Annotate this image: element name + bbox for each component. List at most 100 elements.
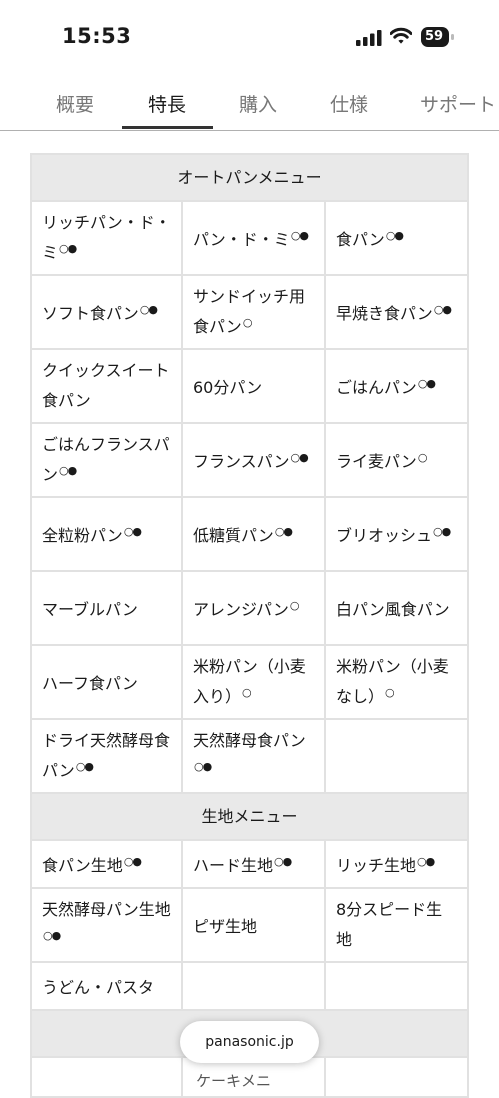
menu-item-marks: ○● xyxy=(274,525,293,538)
tab-features[interactable]: 特長 xyxy=(148,90,186,117)
menu-item-name: クイックスイート食パン xyxy=(42,361,170,410)
menu-cell: 8分スピード生地 xyxy=(323,887,470,963)
menu-item-name: ハーフ食パン xyxy=(42,674,138,693)
menu-item-name: 食パン xyxy=(336,230,385,249)
menu-item-marks: ○● xyxy=(290,451,308,464)
menu-cell: クイックスイート食パン xyxy=(30,348,183,424)
menu-item-marks: ○ xyxy=(242,316,253,329)
status-time: 15:53 xyxy=(62,24,132,48)
menu-item-name: うどん・パスタ xyxy=(42,978,155,997)
menu-cell: アレンジパン○ xyxy=(181,570,326,646)
menu-cell-empty xyxy=(323,1056,470,1098)
menu-cell: 早焼き食パン○● xyxy=(323,274,470,350)
menu-item-marks: ○● xyxy=(433,303,452,316)
menu-item-name: ごはんパン xyxy=(336,378,417,397)
menu-item-name: リッチ生地 xyxy=(336,856,417,875)
menu-item-marks: ○● xyxy=(43,929,61,942)
dough-menu-header: 生地メニュー xyxy=(29,792,470,841)
menu-item-name: 60分パン xyxy=(193,378,263,397)
menu-item-name: 全粒粉パン xyxy=(42,526,123,545)
menu-item-marks: ○● xyxy=(274,855,292,868)
menu-cell: 食パン○● xyxy=(323,200,470,276)
menu-item-marks: ○● xyxy=(75,760,94,773)
menu-item-marks: ○● xyxy=(59,242,77,255)
menu-item-name: ソフト食パン xyxy=(42,304,139,323)
tab-specs[interactable]: 仕様 xyxy=(330,90,368,117)
menu-item-marks: ○ xyxy=(385,686,395,699)
menu-cell: リッチ生地○● xyxy=(323,839,470,889)
menu-cell: 天然酵母パン生地 ○● xyxy=(30,887,183,963)
menu-cell: ライ麦パン○ xyxy=(323,422,470,498)
menu-item-name: 食パン生地 xyxy=(42,856,123,875)
menu-cell-empty xyxy=(181,961,326,1011)
menu-cell: 米粉パン（小麦なし）○ xyxy=(323,644,470,720)
menu-item-name: アレンジパン xyxy=(193,600,289,619)
menu-item-marks: ○● xyxy=(123,525,142,538)
menu-cell-empty xyxy=(323,718,470,794)
menu-cell: ドライ天然酵母食パン○● xyxy=(30,718,183,794)
battery-indicator: 59 xyxy=(421,27,455,47)
menu-item-name: マーブルパン xyxy=(42,600,138,619)
next-section-peek: ケーキメニ xyxy=(196,1072,272,1090)
menu-cell: マーブルパン xyxy=(30,570,183,646)
battery-tip xyxy=(451,34,454,40)
wifi-icon xyxy=(390,27,412,44)
menu-cell: うどん・パスタ xyxy=(30,961,183,1011)
menu-item-name: 低糖質パン xyxy=(193,526,274,545)
menu-item-marks: ○● xyxy=(139,303,158,316)
menu-cell: ハーフ食パン xyxy=(30,644,183,720)
menu-cell: フランスパン○● xyxy=(181,422,326,498)
menu-cell: リッチパン・ド・ミ○● xyxy=(30,200,183,276)
menu-item-name: ドライ天然酵母食パン xyxy=(42,731,171,780)
menu-item-marks: ○ xyxy=(242,686,252,699)
menu-item-name: フランスパン xyxy=(193,452,290,471)
auto-menu-header: オートパンメニュー xyxy=(29,153,470,202)
menu-item-name: 早焼き食パン xyxy=(336,304,433,323)
menu-cell: ごはんフランスパン○● xyxy=(30,422,183,498)
menu-item-name: ピザ生地 xyxy=(193,917,258,936)
menu-cell: ハード生地○● xyxy=(181,839,326,889)
tab-bar: 概要 特長 購入 仕様 サポート xyxy=(0,75,499,131)
menu-table: オートパンメニュー リッチパン・ド・ミ○● パン・ド・ミ○● 食パン○● ソフト… xyxy=(29,153,470,1098)
tab-overview[interactable]: 概要 xyxy=(56,90,94,117)
menu-cell: ピザ生地 xyxy=(181,887,326,963)
menu-cell: 白パン風食パン xyxy=(323,570,470,646)
menu-item-name: 天然酵母食パン xyxy=(193,731,306,750)
menu-item-marks: ○● xyxy=(417,377,436,390)
menu-cell: 食パン生地○● xyxy=(30,839,183,889)
cellular-signal-icon xyxy=(356,30,382,46)
battery-level: 59 xyxy=(424,29,444,44)
tab-purchase[interactable]: 購入 xyxy=(239,90,277,117)
menu-cell-empty xyxy=(30,1056,183,1098)
menu-item-marks: ○● xyxy=(385,229,404,242)
menu-item-name: 白パン風食パン xyxy=(336,600,450,619)
menu-item-marks: ○● xyxy=(290,229,309,242)
menu-item-marks: ○ xyxy=(289,599,300,612)
menu-item-marks: ○● xyxy=(59,464,77,477)
menu-item-name: ブリオッシュ xyxy=(336,526,433,545)
menu-cell: ブリオッシュ○● xyxy=(323,496,470,572)
menu-item-name: パン・ド・ミ xyxy=(193,230,290,249)
menu-item-marks: ○● xyxy=(433,525,451,538)
menu-item-marks: ○● xyxy=(194,760,212,773)
menu-item-name: 8分スピード生地 xyxy=(336,900,443,949)
url-bar[interactable]: panasonic.jp xyxy=(180,1021,319,1063)
menu-cell: 全粒粉パン○● xyxy=(30,496,183,572)
menu-cell: 天然酵母食パン ○● xyxy=(181,718,326,794)
menu-cell: 60分パン xyxy=(181,348,326,424)
menu-cell: パン・ド・ミ○● xyxy=(181,200,326,276)
menu-item-marks: ○● xyxy=(417,855,435,868)
menu-cell: ソフト食パン○● xyxy=(30,274,183,350)
menu-cell: 米粉パン（小麦入り）○ xyxy=(181,644,326,720)
menu-cell: ごはんパン○● xyxy=(323,348,470,424)
tab-support[interactable]: サポート xyxy=(420,90,496,117)
menu-item-marks: ○● xyxy=(123,855,142,868)
menu-item-name: ハード生地 xyxy=(193,856,274,875)
menu-item-marks: ○ xyxy=(417,451,428,464)
menu-cell: サンドイッチ用食パン○ xyxy=(181,274,326,350)
menu-cell: 低糖質パン○● xyxy=(181,496,326,572)
status-bar: 15:53 59 xyxy=(0,0,499,75)
menu-item-name: 天然酵母パン生地 xyxy=(42,900,171,919)
menu-item-name: ライ麦パン xyxy=(336,452,417,471)
active-tab-indicator xyxy=(122,126,213,129)
